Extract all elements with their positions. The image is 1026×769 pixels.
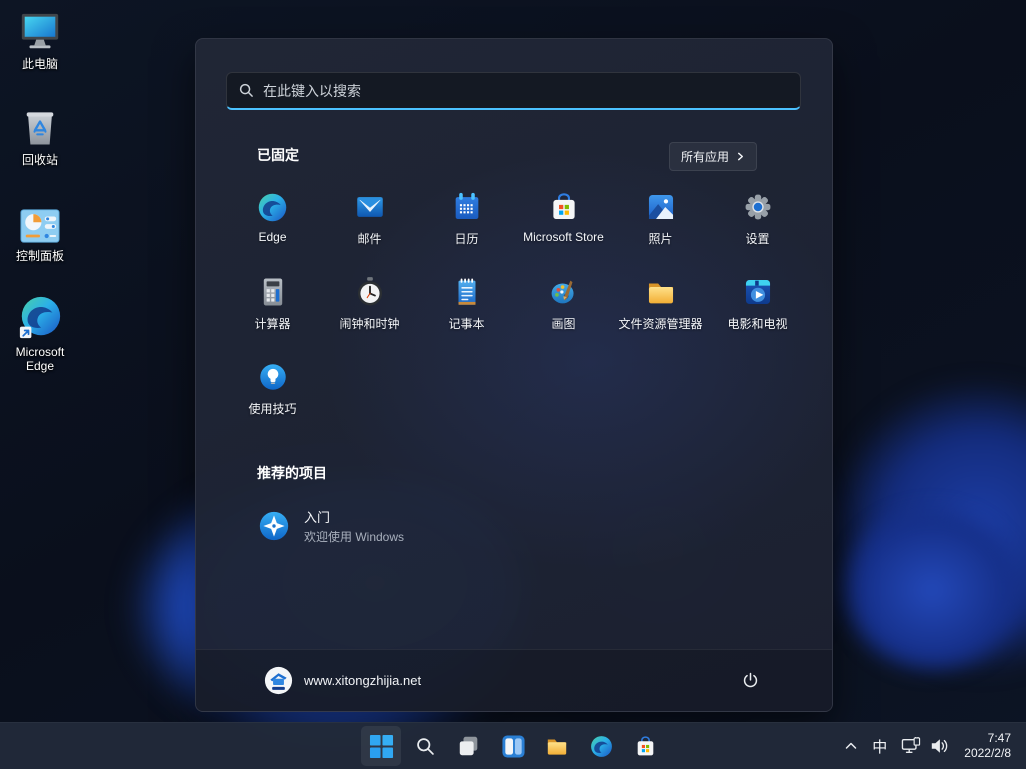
taskbar-file-explorer-button[interactable]	[537, 726, 577, 766]
app-label: 电影和电视	[727, 315, 787, 332]
user-name-label: www.xitongzhijia.net	[304, 673, 421, 688]
app-label: 照片	[648, 230, 672, 247]
system-tray: 中 7:47 2022/2/8	[837, 726, 1020, 766]
task-view-icon	[457, 734, 481, 758]
desktop-icon-edge[interactable]: Microsoft Edge	[0, 296, 80, 373]
control-panel-icon	[17, 200, 63, 246]
clock-time: 7:47	[964, 731, 1011, 746]
app-label: 文件资源管理器	[618, 315, 702, 332]
edge-icon	[589, 734, 614, 759]
movies-tv-icon	[741, 275, 775, 309]
pinned-app-alarms-clock[interactable]: 闹钟和时钟	[321, 266, 418, 351]
pinned-app-calendar[interactable]: 日历	[418, 181, 515, 266]
store-icon	[633, 734, 658, 759]
file-explorer-icon	[544, 733, 570, 759]
alarms-clock-icon	[353, 275, 387, 309]
ime-label: 中	[872, 736, 887, 757]
network-volume-button[interactable]	[894, 726, 955, 766]
widgets-icon	[501, 734, 526, 759]
pinned-app-photos[interactable]: 照片	[612, 181, 709, 266]
power-icon	[741, 671, 760, 690]
chevron-right-icon	[736, 152, 745, 161]
tips-icon	[256, 360, 290, 394]
pinned-app-calculator[interactable]: 计算器	[224, 266, 321, 351]
app-label: Edge	[258, 230, 286, 244]
file-explorer-icon	[644, 275, 678, 309]
calendar-icon	[450, 190, 484, 224]
store-icon	[547, 190, 581, 224]
search-icon	[415, 736, 436, 757]
edge-icon	[256, 190, 290, 224]
desktop-icon-control-panel[interactable]: 控制面板	[0, 200, 80, 263]
app-label: 记事本	[448, 315, 484, 332]
notepad-icon	[450, 275, 484, 309]
widgets-button[interactable]	[493, 726, 533, 766]
taskbar-store-button[interactable]	[625, 726, 665, 766]
recommended-section-header: 推荐的项目	[257, 463, 327, 483]
pinned-app-paint[interactable]: 画图	[515, 266, 612, 351]
paint-icon	[547, 275, 581, 309]
user-profile-button[interactable]: www.xitongzhijia.net	[254, 660, 431, 701]
pinned-app-store[interactable]: Microsoft Store	[515, 181, 612, 266]
app-label: 邮件	[357, 230, 381, 247]
desktop-icon-label: 控制面板	[16, 249, 64, 263]
pinned-app-movies-tv[interactable]: 电影和电视	[709, 266, 806, 351]
desktop-icon-label: Microsoft Edge	[2, 345, 78, 373]
taskbar-center-buttons	[361, 726, 665, 766]
search-icon	[239, 83, 254, 98]
pinned-app-edge[interactable]: Edge	[224, 181, 321, 266]
get-started-icon	[257, 509, 291, 543]
app-label: 闹钟和时钟	[339, 315, 399, 332]
all-apps-button[interactable]: 所有应用	[669, 142, 757, 171]
settings-icon	[741, 190, 775, 224]
mail-icon	[353, 190, 387, 224]
app-label: 计算器	[254, 315, 290, 332]
app-label: 日历	[454, 230, 478, 247]
recommended-item-title: 入门	[304, 507, 404, 526]
calculator-icon	[256, 275, 290, 309]
start-icon	[369, 734, 394, 759]
recommended-item-get-started[interactable]: 入门 欢迎使用 Windows	[244, 499, 564, 553]
app-label: 使用技巧	[248, 400, 296, 417]
ime-button[interactable]: 中	[865, 726, 894, 766]
network-icon	[901, 737, 921, 755]
taskbar-edge-button[interactable]	[581, 726, 621, 766]
all-apps-label: 所有应用	[681, 148, 729, 165]
app-label: 画图	[551, 315, 575, 332]
pinned-app-notepad[interactable]: 记事本	[418, 266, 515, 351]
desktop-icon-label: 此电脑	[22, 57, 58, 71]
pinned-app-file-explorer[interactable]: 文件资源管理器	[612, 266, 709, 351]
start-menu-panel: 已固定 所有应用 Edge	[195, 38, 833, 712]
pinned-app-mail[interactable]: 邮件	[321, 181, 418, 266]
pinned-section-header: 已固定	[257, 145, 299, 165]
start-search-box[interactable]	[226, 72, 801, 110]
desktop-icon-recycle-bin[interactable]: 回收站	[0, 104, 80, 167]
pinned-app-tips[interactable]: 使用技巧	[224, 351, 321, 436]
app-label: Microsoft Store	[523, 230, 604, 244]
task-view-button[interactable]	[449, 726, 489, 766]
taskbar-search-button[interactable]	[405, 726, 445, 766]
photos-icon	[644, 190, 678, 224]
power-button[interactable]	[731, 664, 769, 698]
start-menu-footer: www.xitongzhijia.net	[196, 649, 832, 711]
pinned-apps-grid: Edge 邮件	[224, 181, 806, 436]
clock[interactable]: 7:47 2022/2/8	[955, 731, 1020, 761]
recycle-bin-icon	[18, 104, 62, 150]
edge-icon	[17, 296, 63, 342]
this-pc-icon	[17, 8, 63, 54]
chevron-up-icon	[844, 739, 858, 753]
pinned-app-settings[interactable]: 设置	[709, 181, 806, 266]
taskbar: 中 7:47 2022/2/8	[0, 722, 1026, 769]
desktop-icon-this-pc[interactable]: 此电脑	[0, 8, 80, 71]
start-button[interactable]	[361, 726, 401, 766]
user-avatar	[264, 666, 293, 695]
desktop-icon-label: 回收站	[22, 153, 58, 167]
recommended-item-subtitle: 欢迎使用 Windows	[304, 528, 404, 545]
volume-icon	[930, 737, 948, 755]
clock-date: 2022/2/8	[964, 746, 1011, 761]
app-label: 设置	[745, 230, 769, 247]
tray-overflow-button[interactable]	[837, 726, 865, 766]
search-input[interactable]	[263, 83, 788, 99]
